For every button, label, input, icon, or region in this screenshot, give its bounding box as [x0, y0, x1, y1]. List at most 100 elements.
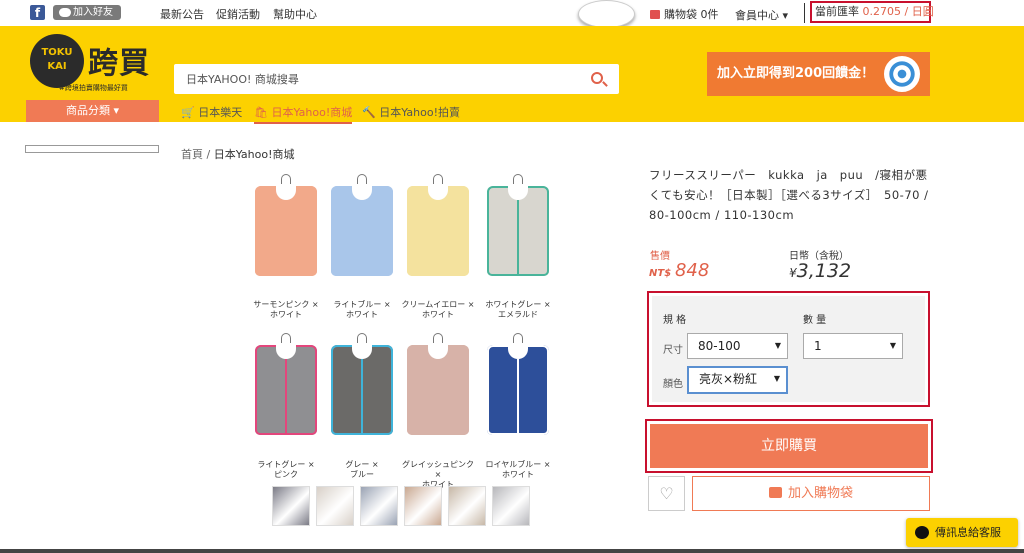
hanger-icon [513, 174, 523, 184]
facebook-icon[interactable]: f [30, 5, 45, 20]
size-select[interactable]: 80-100 ▼ [687, 333, 788, 359]
vest-color-label-line2: ホワイト [422, 310, 454, 319]
chevron-down-icon: ▼ [889, 341, 896, 350]
vest-color-label: クリームイエロー × ホワイト [398, 300, 478, 320]
tab-yahoo-shopping[interactable]: 🛍 日本Yahoo!商城 [254, 104, 353, 124]
heart-icon: ♡ [659, 484, 674, 503]
line-add-friend-label: 加入好友 [73, 7, 113, 18]
logo-badge-top: TOKU [41, 47, 73, 58]
chevron-down-icon: ▼ [773, 374, 780, 383]
bottom-border [0, 549, 1024, 553]
vest-color-label-line2: ピンク [274, 470, 298, 479]
vest-placket [517, 200, 519, 274]
nav-help[interactable]: 幫助中心 [273, 6, 317, 22]
thumbnail-image[interactable] [272, 486, 310, 526]
oval-marker [578, 0, 635, 28]
messenger-icon [915, 526, 929, 539]
promo-text: 加入立即得到200回饋金！ [717, 66, 875, 81]
breadcrumb-separator: / [206, 148, 211, 161]
vest-neck [508, 186, 528, 200]
breadcrumb-home[interactable]: 首頁 [181, 148, 203, 161]
promo-banner[interactable]: 加入立即得到200回饋金！ [707, 52, 930, 96]
target-icon [884, 56, 920, 92]
vest-placket [285, 359, 287, 433]
hanger-icon [433, 333, 443, 343]
rate-label: 當前匯率 [815, 5, 859, 18]
cart-label: 購物袋 0件 [664, 8, 719, 21]
qty-heading: 數 量 [803, 315, 827, 326]
rate-value: 0.2705 / 日圓 [862, 5, 934, 18]
size-select-value: 80-100 [698, 339, 741, 353]
ntd-price-value: 848 [674, 260, 710, 281]
hanger-icon [513, 333, 523, 343]
member-center-menu[interactable]: 會員中心 ▾ [735, 7, 788, 23]
vest-color-label-line1: ホワイトグレー × [485, 300, 551, 309]
hanger-icon [433, 174, 443, 184]
favorite-button[interactable]: ♡ [648, 476, 685, 511]
breadcrumb-current: 日本Yahoo!商城 [213, 148, 295, 161]
vest-color-label-line1: グレー × [345, 460, 379, 469]
vest-color-label-line2: エメラルド [498, 310, 538, 319]
vest-image [407, 174, 469, 276]
search-input[interactable] [174, 64, 554, 94]
vest-color-label-line2: ホワイト [502, 470, 534, 479]
jpy-price: ¥3,132 [789, 260, 851, 282]
size-label: 尺寸 [663, 345, 683, 356]
tab-yahoo-shopping-label: 日本Yahoo!商城 [271, 106, 353, 119]
vest-neck [508, 345, 528, 359]
nav-news[interactable]: 最新公告 [160, 6, 204, 22]
hanger-icon [357, 174, 367, 184]
vest-color-label-line1: グレイッシュピンク × [402, 460, 474, 479]
thumbnail-image[interactable] [448, 486, 486, 526]
color-select-value: 亮灰×粉紅 [699, 372, 758, 386]
product-title: フリーススリーパー kukka ja puu /寝相が悪くても安心！［日本製］［… [649, 168, 929, 222]
jpy-currency: ¥ [789, 266, 797, 280]
color-select[interactable]: 亮灰×粉紅 ▼ [687, 366, 788, 394]
tab-yahoo-auction[interactable]: 🔨 日本Yahoo!拍賣 [362, 104, 460, 120]
tab-yahoo-auction-label: 日本Yahoo!拍賣 [379, 106, 460, 119]
chat-label: 傳訊息給客服 [935, 526, 1001, 539]
chat-support-button[interactable]: 傳訊息給客服 [906, 518, 1018, 547]
vest-color-label-line1: ロイヤルブルー × [485, 460, 551, 469]
thumbnail-image[interactable] [492, 486, 530, 526]
vest-color-label-line1: ライトブルー × [333, 300, 391, 309]
vest-color-label: ライトグレー × ピンク [246, 460, 326, 480]
hanger-icon [357, 333, 367, 343]
buy-now-highlight: 立即購買 [645, 419, 933, 473]
add-to-cart-button[interactable]: 加入購物袋 [692, 476, 930, 511]
logo-badge-bottom: KAI [47, 61, 67, 72]
vest-color-label-line1: サーモンピンク × [253, 300, 319, 309]
logo-badge[interactable]: TOKU KAI [30, 34, 84, 88]
logo-subtitle: #跨境拍賣購物最好買 [59, 84, 128, 92]
shopping-bag-icon [768, 487, 782, 498]
add-to-cart-label: 加入購物袋 [787, 486, 853, 501]
chevron-down-icon: ▼ [774, 341, 781, 350]
thumbnail-image[interactable] [316, 486, 354, 526]
search-icon[interactable] [591, 72, 603, 84]
quantity-select[interactable]: 1 ▼ [803, 333, 903, 359]
vest-placket [437, 359, 439, 433]
vest-image [255, 174, 317, 276]
vest-image [407, 333, 469, 435]
vest-image [331, 174, 393, 276]
vest-color-label: ライトブルー × ホワイト [322, 300, 402, 320]
breadcrumb: 首頁 / 日本Yahoo!商城 [181, 146, 295, 162]
quantity-select-value: 1 [814, 339, 822, 353]
vest-placket [517, 359, 519, 433]
cart-link[interactable]: 購物袋 0件 [650, 6, 719, 22]
line-icon [59, 8, 71, 17]
vest-image [487, 333, 549, 435]
vest-neck [352, 345, 372, 359]
product-image-gallery[interactable]: サーモンピンク × ホワイト ライトブルー × ホワイト クリームイエロー × ホワイトホ… [250, 168, 555, 489]
vest-neck [276, 345, 296, 359]
tab-rakuten[interactable]: 🛒 日本樂天 [181, 104, 242, 120]
thumbnail-image[interactable] [360, 486, 398, 526]
vest-color-label: グレー × ブルー [322, 460, 402, 480]
category-button[interactable]: 商品分類 ▾ [26, 100, 159, 122]
thumbnail-image[interactable] [404, 486, 442, 526]
nav-promotions[interactable]: 促銷活動 [216, 6, 260, 22]
line-add-friend-button[interactable]: 加入好友 [53, 5, 121, 20]
ntd-currency: NT$ [649, 268, 672, 279]
logo-text[interactable]: 跨買 [88, 38, 150, 82]
buy-now-button[interactable]: 立即購買 [650, 424, 928, 468]
